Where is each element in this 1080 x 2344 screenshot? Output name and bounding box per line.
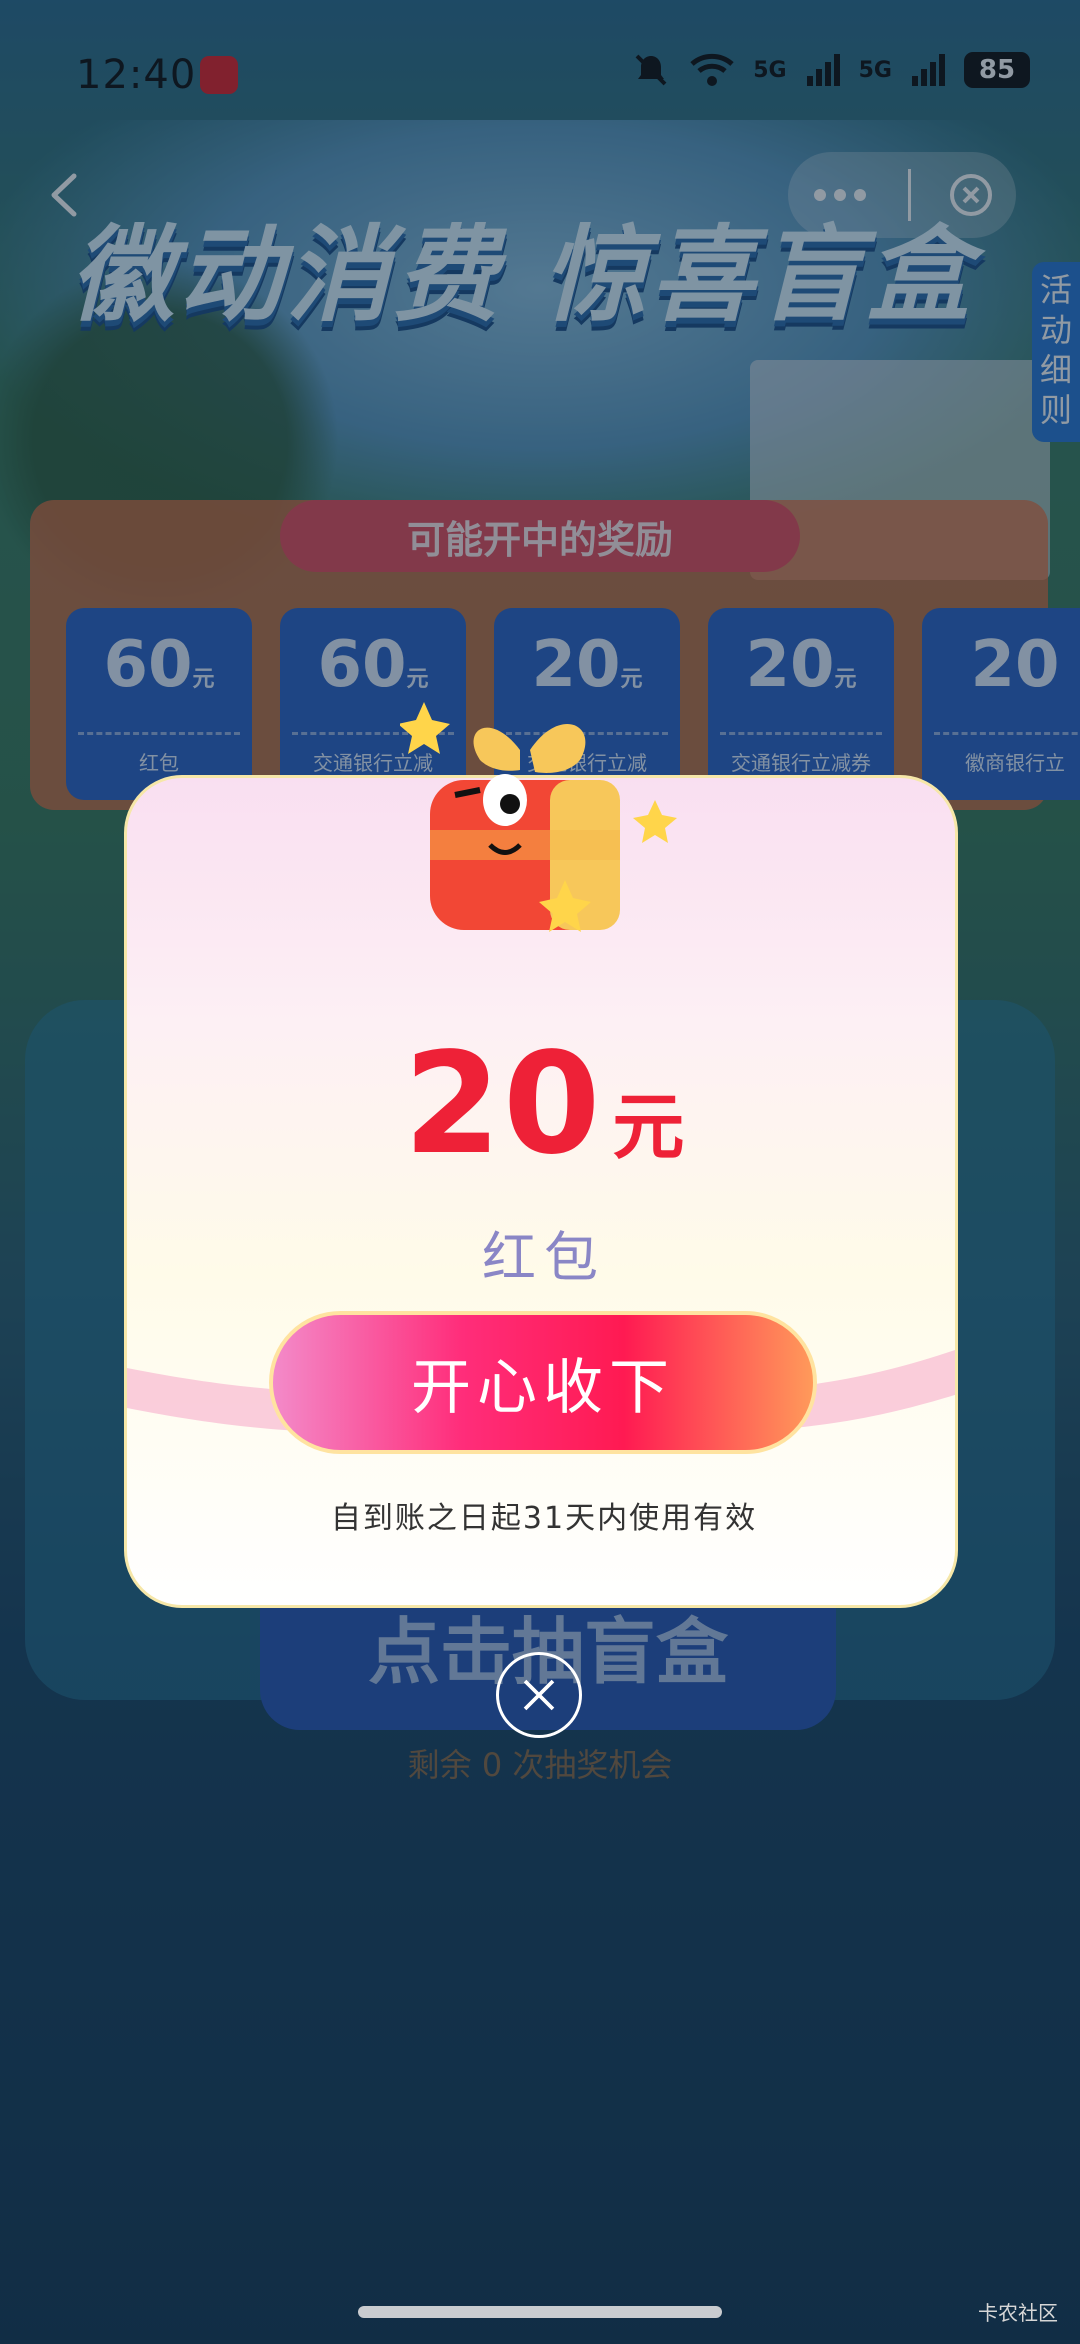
- watermark: 卡农社区: [978, 2301, 1058, 2325]
- amount-value: 20: [403, 1023, 603, 1186]
- home-indicator[interactable]: [358, 2306, 722, 2318]
- reward-amount: 20 元: [127, 1023, 955, 1186]
- amount-unit: 元: [612, 1085, 685, 1169]
- gift-box-mascot-icon: [400, 702, 677, 932]
- reward-type: 红包: [482, 1226, 606, 1289]
- validity-note: 自到账之日起31天内使用有效: [330, 1501, 758, 1536]
- accept-button[interactable]: 开心收下: [269, 1311, 817, 1454]
- close-icon[interactable]: [496, 1652, 582, 1738]
